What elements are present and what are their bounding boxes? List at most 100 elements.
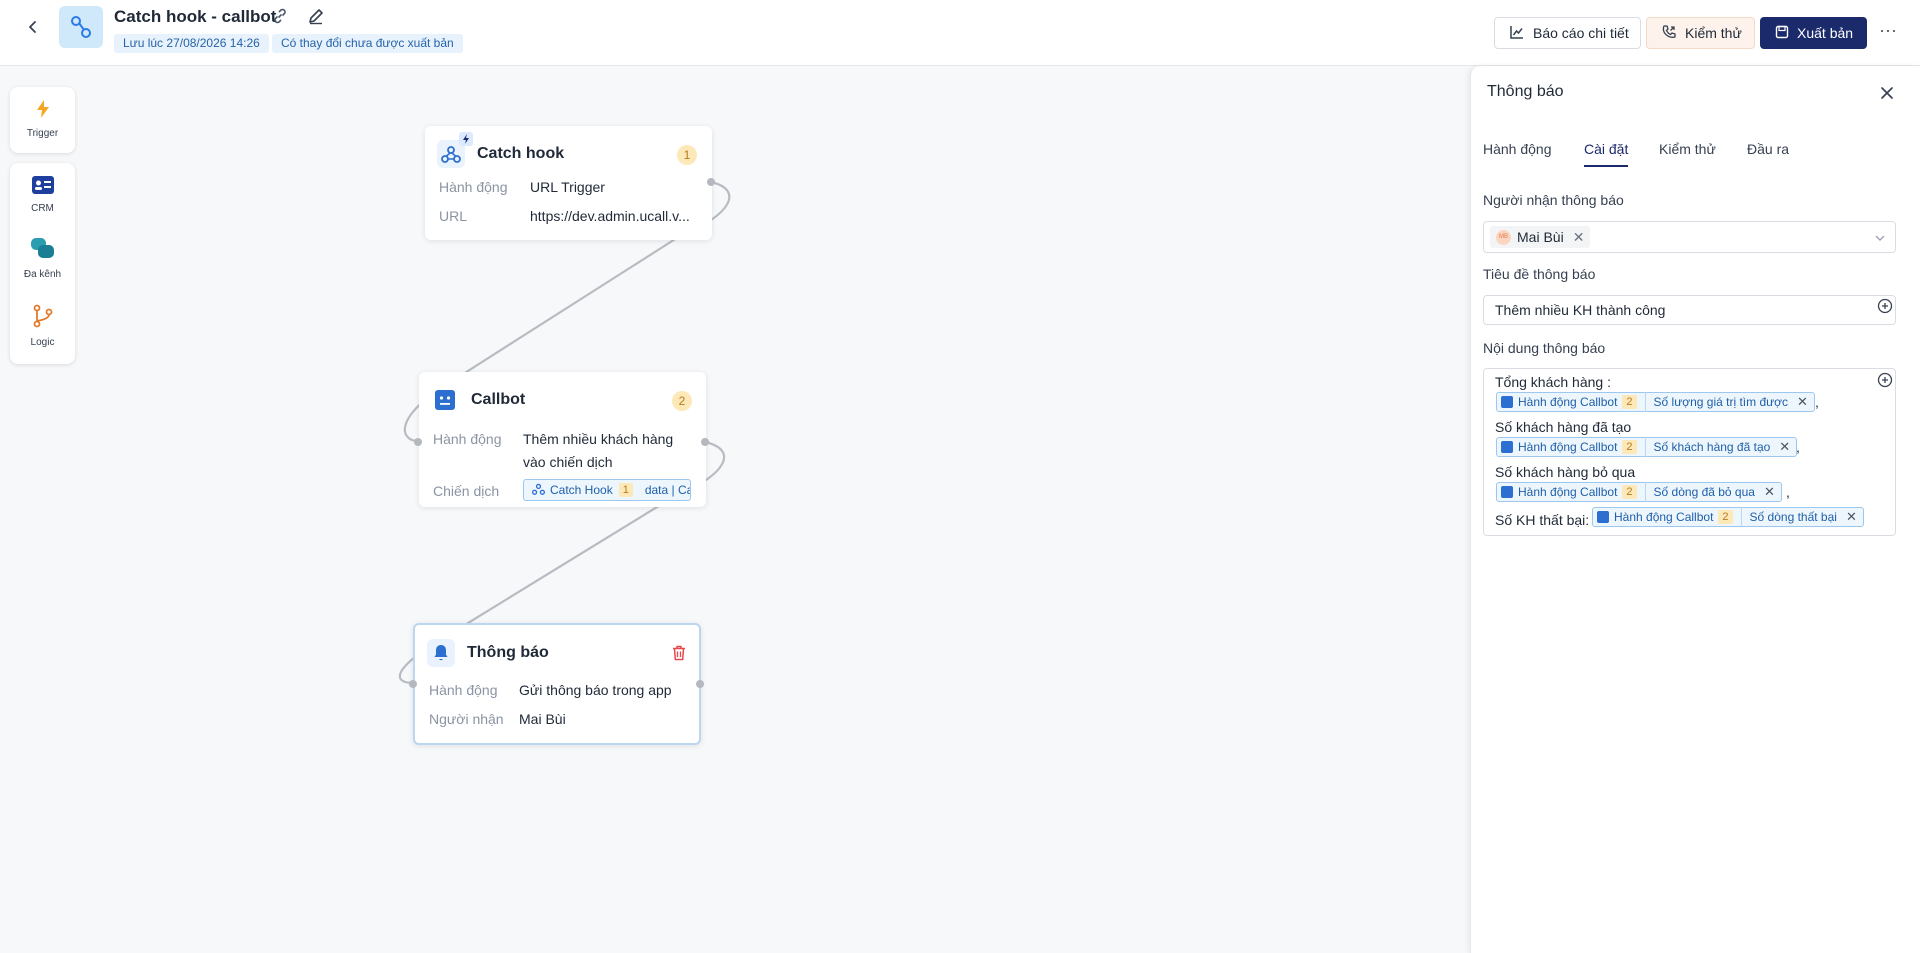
node-callbot[interactable]: Callbot 2 Hành động Thêm nhiều khách hàn… — [419, 372, 706, 507]
workflow-title: Catch hook - callbot — [114, 7, 277, 26]
comma-separator: , — [1815, 394, 1819, 410]
action-label: Hành động — [429, 682, 498, 698]
detailed-report-button[interactable]: Báo cáo chi tiết — [1494, 17, 1641, 49]
callbot-output-port[interactable] — [701, 438, 709, 446]
chip-source-name: Hành động Callbot — [1518, 485, 1618, 499]
notification-output-port[interactable] — [696, 680, 704, 688]
unpublished-badge: Có thay đổi chưa được xuất bản — [272, 34, 463, 53]
workflow-logo-icon — [59, 6, 103, 48]
chip-step-number: 2 — [1718, 510, 1733, 524]
tab-output[interactable]: Đầu ra — [1747, 141, 1789, 165]
variable-chip[interactable]: Hành động Callbot 2 Số dòng thất bại ✕ — [1592, 507, 1864, 527]
action-label: Hành động — [439, 179, 508, 195]
action-value-line1: Thêm nhiều khách hàng — [523, 431, 674, 447]
chip-field-value: data | Ca — [644, 483, 691, 497]
back-arrow-icon[interactable] — [22, 16, 44, 38]
chip-field-name: Số lượng giá trị tìm được — [1653, 395, 1789, 409]
recipient-field-label: Người nhận thông báo — [1483, 192, 1624, 208]
node-header: Catch hook — [437, 132, 564, 168]
chip-separator — [1740, 507, 1742, 527]
variable-chip[interactable]: Hành động Callbot 2 Số khách hàng đã tạo… — [1496, 437, 1798, 457]
recipient-tag-label: Mai Bùi — [1517, 229, 1564, 245]
node-catch-hook[interactable]: Catch hook 1 Hành động URL Trigger URL h… — [425, 126, 712, 240]
subject-input[interactable]: Thêm nhiều KH thành công — [1483, 295, 1896, 325]
remove-chip-icon[interactable]: ✕ — [1764, 484, 1775, 500]
callbot-robot-icon — [1597, 511, 1609, 523]
bell-icon — [427, 639, 455, 667]
action-value: Gửi thông báo trong app — [519, 682, 672, 698]
chip-step-number: 1 — [618, 483, 633, 497]
edit-pencil-icon[interactable] — [306, 6, 326, 26]
top-header: Catch hook - callbot Lưu lúc 27/08/2026 … — [0, 0, 1920, 66]
variable-chip[interactable]: Hành động Callbot 2 Số dòng đã bỏ qua ✕ — [1496, 482, 1782, 502]
workflow-canvas[interactable]: Catch hook 1 Hành động URL Trigger URL h… — [0, 66, 1470, 953]
add-variable-icon[interactable] — [1877, 372, 1893, 388]
tab-action[interactable]: Hành động — [1483, 141, 1552, 165]
chip-source-name: Hành động Callbot — [1614, 510, 1714, 524]
chip-step-number: 2 — [1622, 440, 1637, 454]
link-icon[interactable] — [271, 7, 289, 25]
campaign-label: Chiến dịch — [433, 483, 500, 499]
node-title: Callbot — [471, 391, 526, 408]
add-variable-icon[interactable] — [1877, 298, 1893, 314]
node-header: Thông báo — [427, 639, 549, 667]
avatar: MB — [1496, 229, 1511, 245]
close-icon[interactable] — [1876, 82, 1898, 104]
content-line-failed: Số KH thất bại: — [1495, 512, 1590, 528]
content-line-created: Số khách hàng đã tạo — [1495, 419, 1632, 435]
tab-settings[interactable]: Cài đặt — [1584, 141, 1629, 167]
catch-hook-output-port[interactable] — [707, 178, 715, 186]
notification-input-port[interactable] — [409, 680, 417, 688]
more-options-button[interactable]: ··· — [1876, 21, 1900, 44]
publish-button[interactable]: Xuất bản — [1760, 17, 1867, 49]
panel-title: Thông báo — [1487, 83, 1564, 100]
chip-separator — [1644, 392, 1646, 412]
detailed-report-label: Báo cáo chi tiết — [1533, 25, 1629, 41]
node-header: Callbot — [431, 386, 525, 414]
recipient-tag: MB Mai Bùi ✕ — [1490, 226, 1591, 248]
node-settings-panel: Thông báo Hành động Cài đặt Kiểm thử Đầu… — [1470, 66, 1920, 953]
remove-chip-icon[interactable]: ✕ — [1797, 394, 1808, 410]
publish-label: Xuất bản — [1797, 25, 1854, 41]
callbot-input-port[interactable] — [414, 438, 422, 446]
delete-trash-icon[interactable] — [672, 645, 688, 661]
remove-chip-icon[interactable]: ✕ — [1846, 509, 1857, 525]
chip-source-name: Catch Hook — [550, 483, 613, 497]
test-button[interactable]: Kiểm thử — [1646, 17, 1755, 49]
action-value-line2: vào chiến dịch — [523, 454, 613, 470]
action-label: Hành động — [433, 431, 502, 447]
callbot-robot-icon — [431, 386, 459, 414]
node-step-number: 2 — [672, 391, 692, 411]
variable-chip[interactable]: Hành động Callbot 2 Số lượng giá trị tìm… — [1496, 392, 1815, 412]
callbot-robot-icon — [1501, 486, 1513, 498]
node-title: Thông báo — [467, 644, 549, 661]
connection-edges — [398, 180, 731, 685]
action-value: URL Trigger — [530, 179, 605, 195]
node-step-number: 1 — [677, 145, 697, 165]
recipient-select[interactable]: MB Mai Bùi ✕ — [1483, 221, 1896, 253]
trigger-badge-icon — [459, 132, 473, 146]
tab-test[interactable]: Kiểm thử — [1659, 141, 1716, 165]
chip-field-name: Số khách hàng đã tạo — [1653, 440, 1771, 454]
content-line-total: Tổng khách hàng : — [1495, 374, 1611, 390]
chevron-down-icon[interactable] — [1874, 231, 1886, 249]
callbot-robot-icon — [1501, 396, 1513, 408]
callbot-robot-icon — [1501, 441, 1513, 453]
content-editor[interactable]: Tổng khách hàng : Hành động Callbot 2 Số… — [1483, 368, 1896, 536]
test-label: Kiểm thử — [1685, 25, 1742, 41]
remove-tag-icon[interactable]: ✕ — [1573, 229, 1585, 246]
url-label: URL — [439, 208, 468, 224]
phone-icon — [1661, 24, 1677, 43]
chip-step-number: 2 — [1622, 395, 1637, 409]
content-line-skipped: Số khách hàng bỏ qua — [1495, 464, 1636, 480]
campaign-variable-chip[interactable]: Catch Hook 1 data | Ca — [523, 479, 691, 501]
saved-at-badge: Lưu lúc 27/08/2026 14:26 — [114, 34, 269, 53]
recipient-label: Người nhận — [429, 711, 504, 727]
content-field-label: Nội dung thông báo — [1483, 340, 1606, 356]
subject-field-label: Tiêu đề thông báo — [1483, 266, 1596, 282]
remove-chip-icon[interactable]: ✕ — [1779, 439, 1790, 455]
recipient-value: Mai Bùi — [519, 711, 566, 727]
node-notification[interactable]: Thông báo Hành động Gửi thông báo trong … — [413, 623, 701, 745]
url-value: https://dev.admin.ucall.v... — [530, 208, 690, 224]
webhook-icon — [437, 132, 473, 168]
